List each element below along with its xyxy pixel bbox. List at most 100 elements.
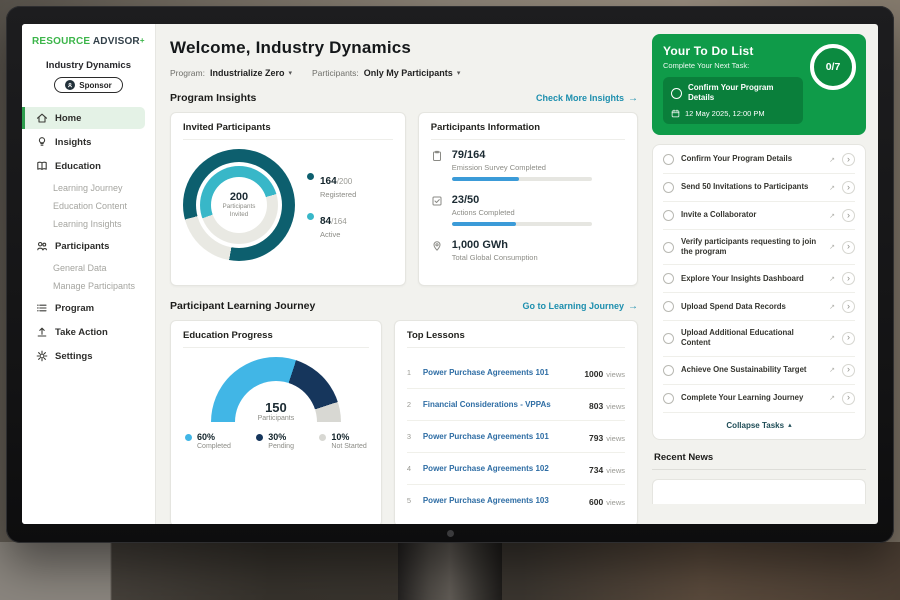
sponsor-badge[interactable]: Sponsor	[54, 77, 122, 93]
sidebar-item-participants[interactable]: Participants	[22, 235, 145, 257]
task-checkbox[interactable]	[671, 88, 682, 99]
legend-dot	[307, 173, 314, 180]
task-checkbox[interactable]	[663, 182, 674, 193]
progress-fill	[452, 222, 516, 226]
lesson-link[interactable]: Power Purchase Agreements 102	[423, 464, 581, 473]
check-more-insights-link[interactable]: Check More Insights →	[536, 93, 638, 104]
person-icon	[65, 80, 75, 90]
lesson-row[interactable]: 1 Power Purchase Agreements 101 1000view…	[407, 357, 625, 389]
chevron-right-icon[interactable]: ›	[842, 153, 855, 166]
legend-not-started: 10% Not Started	[319, 432, 366, 450]
next-task[interactable]: Confirm Your Program Details	[671, 83, 795, 103]
sidebar-item-learning-insights[interactable]: Learning Insights	[22, 215, 155, 233]
sidebar-item-settings[interactable]: Settings	[22, 345, 145, 367]
task-row[interactable]: Explore Your Insights Dashboard ↗ ›	[663, 265, 855, 293]
nav-label: Program	[55, 303, 94, 314]
sidebar-item-learning-journey[interactable]: Learning Journey	[22, 179, 155, 197]
program-select[interactable]: Industrialize Zero ▾	[210, 68, 292, 78]
go-to-learning-journey-link[interactable]: Go to Learning Journey →	[522, 301, 638, 312]
lesson-row[interactable]: 4 Power Purchase Agreements 102 734views	[407, 453, 625, 485]
brand-plus: +	[140, 36, 145, 45]
invited-participants-card: Invited Participants 200 Participants In…	[170, 112, 406, 286]
monitor-bezel: RESOURCE ADVISOR+ Industry Dynamics Spon…	[6, 6, 894, 543]
sidebar-item-insights[interactable]: Insights	[22, 131, 145, 153]
chevron-right-icon[interactable]: ›	[842, 392, 855, 405]
nav-label: Learning Journey	[53, 183, 123, 193]
task-checkbox[interactable]	[663, 393, 674, 404]
task-checkbox[interactable]	[663, 273, 674, 284]
lesson-row[interactable]: 3 Power Purchase Agreements 101 793views	[407, 421, 625, 453]
external-link-icon: ↗	[829, 275, 835, 283]
program-filter-label: Program:	[170, 68, 205, 78]
task-checkbox[interactable]	[663, 242, 674, 253]
background-scene: RESOURCE ADVISOR+ Industry Dynamics Spon…	[0, 0, 900, 600]
external-link-icon: ↗	[829, 394, 835, 402]
home-icon	[35, 112, 48, 124]
sidebar-item-education[interactable]: Education	[22, 155, 145, 177]
task-row[interactable]: Confirm Your Program Details ↗ ›	[663, 146, 855, 174]
chevron-right-icon[interactable]: ›	[842, 209, 855, 222]
task-checkbox[interactable]	[663, 333, 674, 344]
task-row[interactable]: Achieve One Sustainability Target ↗ ›	[663, 357, 855, 385]
lesson-row[interactable]: 5 Power Purchase Agreements 103 600views	[407, 485, 625, 516]
chevron-right-icon[interactable]: ›	[842, 181, 855, 194]
legend-dot	[185, 434, 192, 441]
card-title: Education Progress	[183, 330, 369, 348]
clipboard-icon	[431, 150, 444, 162]
monitor-stand	[398, 538, 502, 600]
people-icon	[35, 240, 48, 252]
sidebar-item-program[interactable]: Program	[22, 297, 145, 319]
participants-select[interactable]: Only My Participants ▾	[364, 68, 461, 78]
lesson-link[interactable]: Financial Considerations - VPPAs	[423, 400, 581, 409]
task-row[interactable]: Verify participants requesting to join t…	[663, 230, 855, 265]
task-checkbox[interactable]	[663, 210, 674, 221]
task-checkbox[interactable]	[663, 365, 674, 376]
card-title: Top Lessons	[407, 330, 625, 348]
external-link-icon: ↗	[829, 184, 835, 192]
task-row[interactable]: Send 50 Invitations to Participants ↗ ›	[663, 174, 855, 202]
recent-news-card	[652, 479, 866, 504]
chevron-right-icon[interactable]: ›	[842, 364, 855, 377]
education-progress-gauge: 150 Participants	[211, 357, 341, 422]
lesson-link[interactable]: Power Purchase Agreements 101	[423, 432, 581, 441]
task-row[interactable]: Invite a Collaborator ↗ ›	[663, 202, 855, 230]
section-title-learning-journey: Participant Learning Journey	[170, 300, 315, 312]
lesson-row[interactable]: 2 Financial Considerations - VPPAs 803vi…	[407, 389, 625, 421]
task-checkbox[interactable]	[663, 154, 674, 165]
task-row[interactable]: Upload Spend Data Records ↗ ›	[663, 293, 855, 321]
legend-pending: 30% Pending	[256, 432, 294, 450]
external-link-icon: ↗	[829, 156, 835, 164]
donut-center-label: Participants Invited	[217, 203, 261, 218]
nav-label: Education	[55, 161, 101, 172]
sidebar-item-take-action[interactable]: Take Action	[22, 321, 145, 343]
chevron-right-icon[interactable]: ›	[842, 332, 855, 345]
chevron-right-icon[interactable]: ›	[842, 241, 855, 254]
sidebar-item-general-data[interactable]: General Data	[22, 259, 155, 277]
task-row[interactable]: Upload Additional Educational Content ↗ …	[663, 321, 855, 356]
chevron-right-icon[interactable]: ›	[842, 272, 855, 285]
legend-dot	[319, 434, 326, 441]
todo-subtitle: Complete Your Next Task:	[663, 61, 855, 70]
sidebar-item-home[interactable]: Home	[22, 107, 145, 129]
progress-track	[452, 177, 592, 181]
external-link-icon: ↗	[829, 243, 835, 251]
list-icon	[35, 302, 48, 314]
sidebar: RESOURCE ADVISOR+ Industry Dynamics Spon…	[22, 24, 156, 524]
task-row[interactable]: Complete Your Learning Journey ↗ ›	[663, 385, 855, 413]
book-icon	[35, 160, 48, 172]
sidebar-item-education-content[interactable]: Education Content	[22, 197, 155, 215]
collapse-tasks-button[interactable]: Collapse Tasks ▴	[663, 413, 855, 438]
external-link-icon: ↗	[829, 334, 835, 342]
gear-icon	[35, 350, 48, 362]
education-progress-card: Education Progress 150 Participants	[170, 320, 382, 524]
chevron-right-icon[interactable]: ›	[842, 300, 855, 313]
sponsor-label: Sponsor	[79, 81, 111, 90]
donut-center-value: 200	[230, 191, 248, 203]
participants-filter-label: Participants:	[312, 68, 359, 78]
lesson-link[interactable]: Power Purchase Agreements 103	[423, 496, 581, 505]
card-title: Participants Information	[431, 122, 625, 140]
sidebar-item-manage-participants[interactable]: Manage Participants	[22, 277, 155, 295]
task-checkbox[interactable]	[663, 301, 674, 312]
gauge-center: 150 Participants	[211, 400, 341, 422]
lesson-link[interactable]: Power Purchase Agreements 101	[423, 368, 576, 377]
